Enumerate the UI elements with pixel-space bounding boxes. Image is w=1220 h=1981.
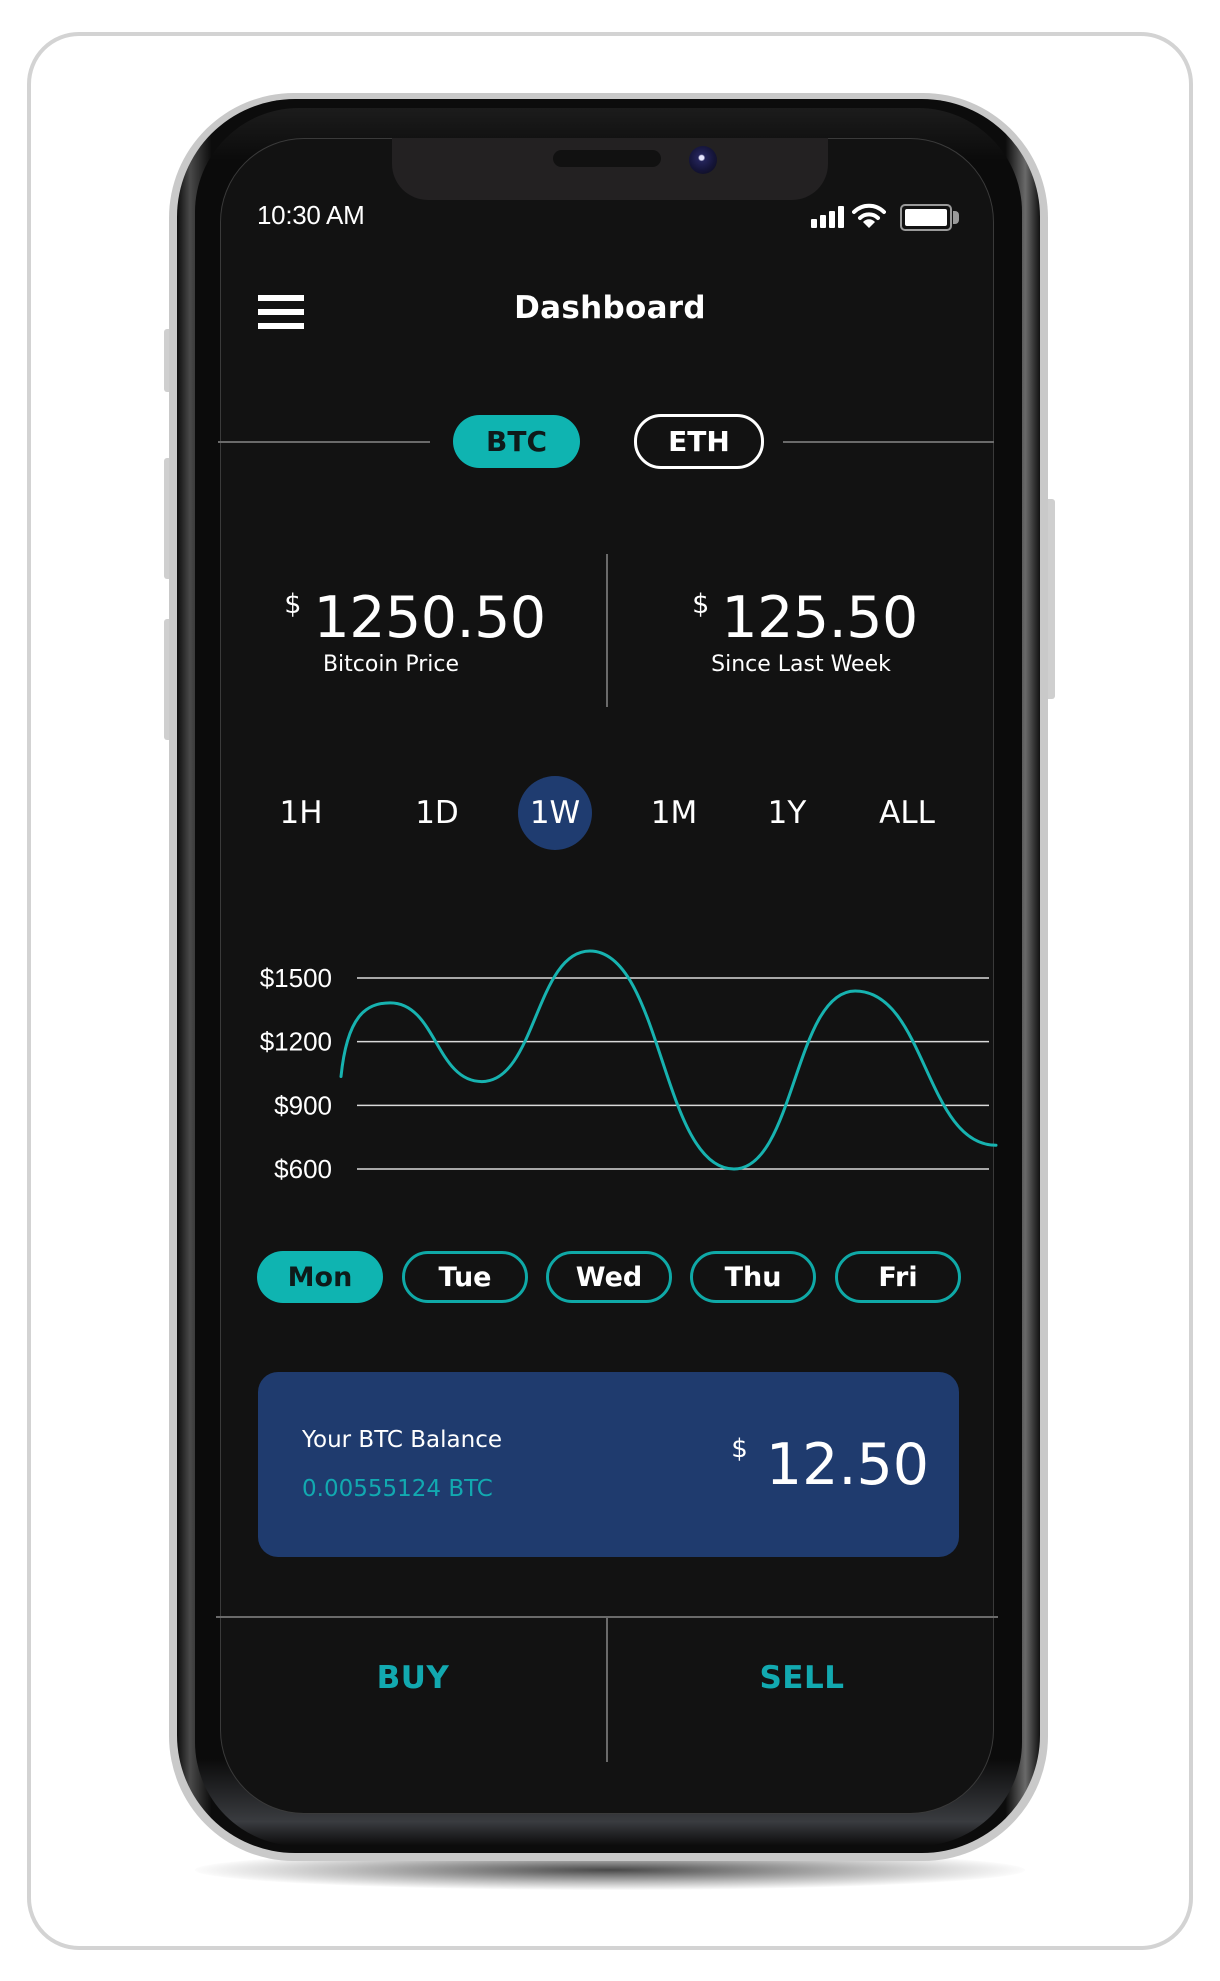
actions-vertical-divider xyxy=(606,1617,608,1762)
weekly-change-label: Since Last Week xyxy=(711,652,891,677)
range-1d[interactable]: 1D xyxy=(397,776,477,850)
price-line xyxy=(339,949,998,1171)
divider-right xyxy=(783,441,994,443)
balance-btc-amount: 0.00555124 BTC xyxy=(302,1476,493,1502)
speaker-grille xyxy=(553,150,661,167)
range-1m[interactable]: 1M xyxy=(634,776,714,850)
balance-title: Your BTC Balance xyxy=(302,1427,502,1453)
range-all[interactable]: ALL xyxy=(867,776,947,850)
bitcoin-price-value: 1250.50 xyxy=(313,585,546,651)
y-tick-label: $900 xyxy=(274,1090,332,1120)
weekly-change-value: 125.50 xyxy=(721,585,918,651)
range-1w[interactable]: 1W xyxy=(518,776,592,850)
battery-level xyxy=(905,209,947,226)
battery-icon xyxy=(900,204,952,231)
day-thu[interactable]: Thu xyxy=(690,1251,816,1303)
range-1h[interactable]: 1H xyxy=(261,776,341,850)
day-tue[interactable]: Tue xyxy=(402,1251,528,1303)
balance-usd-value: 12.50 xyxy=(765,1432,929,1498)
battery-tip xyxy=(953,211,959,224)
bitcoin-price: $1250.50 xyxy=(270,585,560,651)
currency-symbol: $ xyxy=(731,1434,748,1464)
divider-left xyxy=(218,441,430,443)
front-camera xyxy=(689,146,717,174)
y-tick-label: $1200 xyxy=(260,1027,332,1057)
tab-eth[interactable]: ETH xyxy=(634,414,764,469)
status-time: 10:30 AM xyxy=(257,200,365,230)
price-chart: $1500 $1200 $900 $600 xyxy=(260,949,998,1184)
signal-icon xyxy=(811,206,847,228)
balance-usd: $12.50 xyxy=(731,1432,929,1498)
stats-divider xyxy=(606,554,608,707)
sell-button[interactable]: SELL xyxy=(652,1660,952,1696)
range-1y[interactable]: 1Y xyxy=(747,776,827,850)
bitcoin-price-label: Bitcoin Price xyxy=(322,652,460,677)
weekly-change: $125.50 xyxy=(680,585,930,651)
notch xyxy=(392,138,828,200)
hamburger-menu-icon[interactable] xyxy=(258,295,304,329)
currency-symbol: $ xyxy=(692,589,710,620)
buy-button[interactable]: BUY xyxy=(263,1660,563,1696)
currency-symbol: $ xyxy=(284,589,302,620)
day-wed[interactable]: Wed xyxy=(546,1251,672,1303)
wifi-icon xyxy=(852,203,886,229)
day-mon[interactable]: Mon xyxy=(257,1251,383,1303)
day-fri[interactable]: Fri xyxy=(835,1251,961,1303)
y-tick-label: $600 xyxy=(274,1154,332,1184)
page-title: Dashboard xyxy=(514,290,706,326)
tab-btc[interactable]: BTC xyxy=(453,415,580,468)
y-tick-label: $1500 xyxy=(260,963,332,993)
balance-card: Your BTC Balance 0.00555124 BTC $12.50 xyxy=(258,1372,959,1557)
